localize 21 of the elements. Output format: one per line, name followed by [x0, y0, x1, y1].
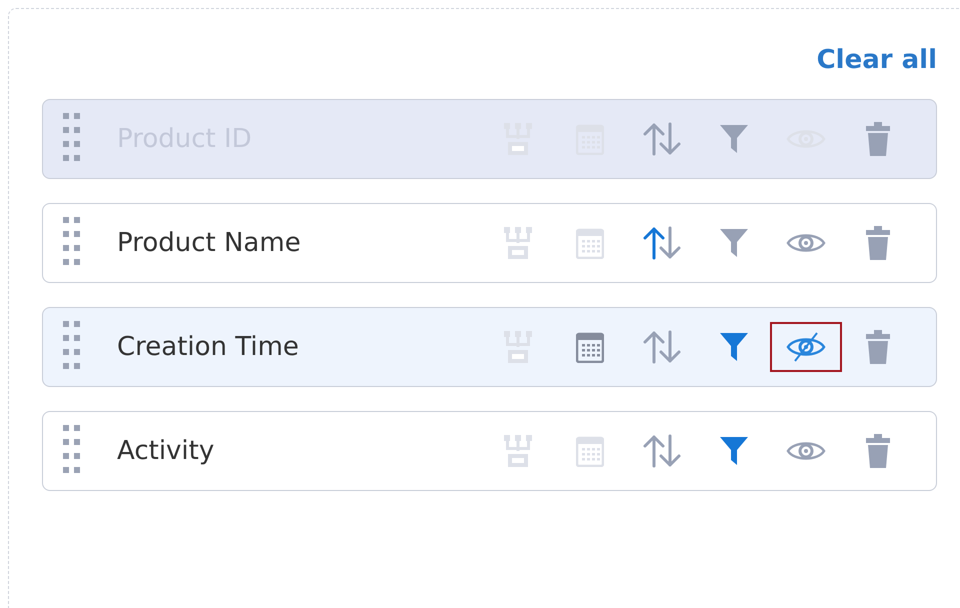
clear-all-link[interactable]: Clear all — [816, 43, 937, 77]
field-row[interactable]: Creation Time — [42, 307, 937, 387]
field-label: Creation Time — [117, 332, 300, 362]
sort-icon[interactable] — [642, 330, 682, 364]
trash-icon[interactable] — [866, 434, 890, 468]
eye-slash-icon[interactable] — [786, 331, 826, 363]
field-row[interactable]: Activity — [42, 411, 937, 491]
field-label: Product Name — [117, 228, 302, 258]
field-row[interactable]: Product Name — [42, 203, 937, 283]
sort-icon[interactable] — [642, 226, 682, 260]
filter-icon[interactable] — [720, 332, 748, 362]
filter-icon[interactable] — [720, 436, 748, 466]
hierarchy-icon[interactable] — [503, 330, 533, 364]
calendar-icon[interactable] — [576, 331, 604, 363]
hierarchy-icon[interactable] — [503, 226, 533, 260]
sort-icon[interactable] — [642, 434, 682, 468]
trash-icon[interactable] — [866, 330, 890, 364]
hierarchy-icon[interactable] — [503, 434, 533, 468]
trash-icon[interactable] — [866, 226, 890, 260]
field-label: Activity — [117, 436, 216, 466]
filter-icon[interactable] — [720, 228, 748, 258]
